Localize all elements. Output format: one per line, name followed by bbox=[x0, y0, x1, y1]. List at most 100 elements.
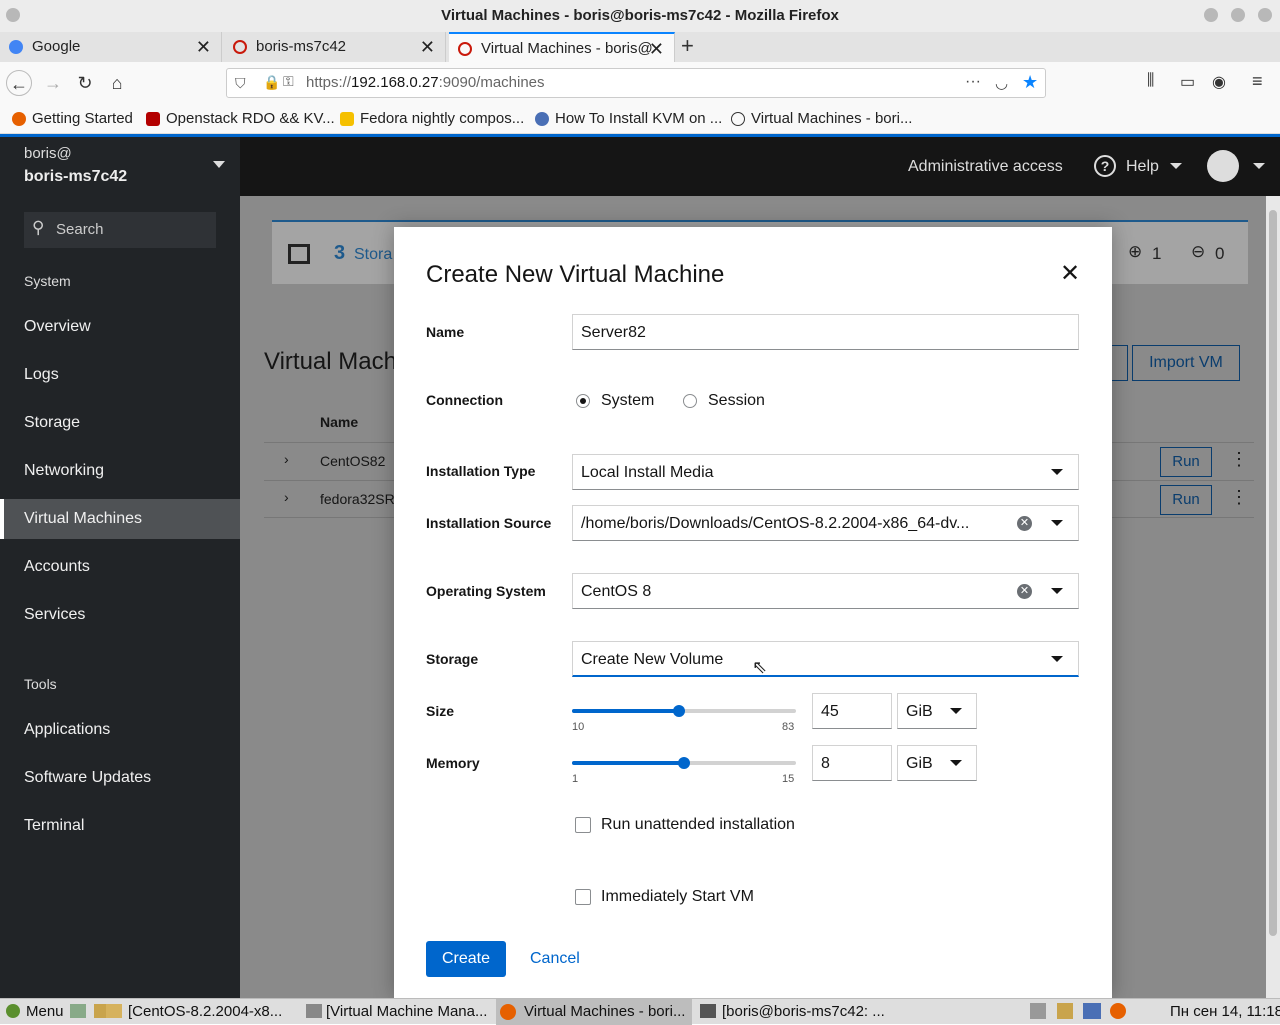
firefox-tray-icon[interactable] bbox=[1110, 1003, 1126, 1019]
url-text[interactable]: https://192.168.0.27:9090/machines bbox=[306, 69, 545, 97]
sidebar-item-terminal[interactable]: Terminal bbox=[0, 806, 240, 846]
bookmark-star-icon[interactable]: ★ bbox=[1022, 72, 1038, 93]
radio-session[interactable] bbox=[683, 394, 697, 408]
clipboard-icon[interactable] bbox=[1057, 1003, 1073, 1019]
sidebar-item-accounts[interactable]: Accounts bbox=[0, 547, 240, 587]
memory-max: 15 bbox=[782, 773, 795, 785]
taskbar-item[interactable]: [boris@boris-ms7c42: ... bbox=[722, 999, 885, 1025]
create-button[interactable]: Create bbox=[426, 941, 506, 977]
size-slider[interactable]: 10 83 bbox=[572, 697, 796, 737]
import-vm-button[interactable]: Import VM bbox=[1132, 345, 1240, 381]
page-scrollbar[interactable] bbox=[1266, 196, 1280, 998]
installation-type-select[interactable]: Local Install Media bbox=[572, 454, 1079, 490]
volume-icon[interactable] bbox=[1030, 1003, 1046, 1019]
more-actions-icon[interactable]: ··· bbox=[965, 73, 981, 91]
sidebar-toggle-icon[interactable]: ▭ bbox=[1180, 72, 1195, 92]
chevron-down-icon[interactable] bbox=[1253, 163, 1265, 169]
shield-icon[interactable]: ⛉ bbox=[235, 75, 246, 92]
unattended-label[interactable]: Run unattended installation bbox=[601, 816, 795, 834]
start-vm-checkbox[interactable] bbox=[575, 889, 591, 905]
key-icon[interactable]: ⚿ bbox=[283, 73, 294, 90]
bookmark-getting-started[interactable]: Getting Started bbox=[12, 104, 133, 134]
page-title: Virtual Mach bbox=[264, 348, 397, 375]
reload-icon[interactable]: ↻ bbox=[72, 70, 98, 96]
url-bar[interactable]: ⛉ 🔒 ⚿ https://192.168.0.27:9090/machines… bbox=[226, 68, 1046, 98]
memory-slider[interactable]: 1 15 bbox=[572, 749, 796, 789]
account-icon[interactable]: ◉ bbox=[1212, 72, 1226, 92]
bookmark-fedora[interactable]: Fedora nightly compos... bbox=[340, 104, 524, 134]
taskbar-menu[interactable]: Menu bbox=[26, 999, 64, 1025]
close-icon[interactable]: ✕ bbox=[1060, 259, 1080, 288]
network-icon[interactable] bbox=[1083, 1003, 1101, 1019]
expand-icon[interactable]: › bbox=[284, 489, 289, 505]
vm-name[interactable]: CentOS82 bbox=[320, 453, 385, 469]
run-button[interactable]: Run bbox=[1160, 447, 1212, 477]
new-tab-icon[interactable]: + bbox=[681, 32, 694, 60]
search-input[interactable]: ⚲ Search bbox=[24, 212, 216, 248]
unattended-checkbox[interactable] bbox=[575, 817, 591, 833]
radio-session-label[interactable]: Session bbox=[708, 392, 765, 410]
memory-input[interactable]: 8 bbox=[812, 745, 892, 781]
taskbar-item[interactable]: Virtual Machines - bori... bbox=[524, 999, 685, 1025]
taskbar-item[interactable]: [Virtual Machine Mana... bbox=[326, 999, 487, 1025]
operating-system-select[interactable]: CentOS 8 ✕ bbox=[572, 573, 1079, 609]
avatar[interactable] bbox=[1207, 150, 1239, 182]
forward-icon[interactable]: → bbox=[40, 70, 66, 96]
storage-label[interactable]: Stora bbox=[354, 246, 392, 264]
scrollbar-thumb[interactable] bbox=[1269, 210, 1277, 936]
home-icon[interactable]: ⌂ bbox=[104, 70, 130, 96]
clear-icon[interactable]: ✕ bbox=[1017, 516, 1032, 531]
hamburger-menu-icon[interactable]: ≡ bbox=[1252, 71, 1263, 92]
close-tab-icon[interactable]: ✕ bbox=[649, 34, 664, 64]
maximize-icon[interactable] bbox=[1231, 8, 1245, 22]
administrative-access-button[interactable]: Administrative access bbox=[908, 137, 1063, 196]
sidebar-item-storage[interactable]: Storage bbox=[0, 403, 240, 443]
radio-system-label[interactable]: System bbox=[601, 392, 654, 410]
chevron-down-icon[interactable] bbox=[213, 161, 225, 168]
sidebar-item-services[interactable]: Services bbox=[0, 595, 240, 635]
tab-virtual-machines[interactable]: Virtual Machines - boris@ ✕ bbox=[449, 32, 675, 62]
size-input[interactable]: 45 bbox=[812, 693, 892, 729]
sidebar-item-applications[interactable]: Applications bbox=[0, 710, 240, 750]
minimize-icon[interactable] bbox=[1204, 8, 1218, 22]
lock-warning-icon[interactable]: 🔒 bbox=[263, 74, 280, 91]
clear-icon[interactable]: ✕ bbox=[1017, 584, 1032, 599]
memory-unit-select[interactable]: GiB bbox=[897, 745, 977, 781]
start-vm-label[interactable]: Immediately Start VM bbox=[601, 888, 754, 906]
chevron-down-icon[interactable] bbox=[1051, 588, 1063, 594]
cancel-button[interactable]: Cancel bbox=[530, 941, 580, 977]
taskbar-item[interactable]: [CentOS-8.2.2004-x8... bbox=[128, 999, 282, 1025]
size-unit-select[interactable]: GiB bbox=[897, 693, 977, 729]
bookmark-kvm[interactable]: How To Install KVM on ... bbox=[535, 104, 722, 134]
chevron-down-icon[interactable] bbox=[1051, 520, 1063, 526]
close-tab-icon[interactable]: ✕ bbox=[196, 32, 211, 62]
kebab-menu-icon[interactable]: ⋮ bbox=[1230, 449, 1248, 470]
clock[interactable]: Пн сен 14, 11:18 bbox=[1170, 999, 1280, 1025]
tab-boris[interactable]: boris-ms7c42 ✕ bbox=[224, 32, 446, 62]
expand-icon[interactable]: › bbox=[284, 451, 289, 467]
show-desktop-icon[interactable] bbox=[70, 1004, 86, 1018]
sidebar-item-virtual-machines[interactable]: Virtual Machines bbox=[0, 499, 240, 539]
bookmark-openstack[interactable]: Openstack RDO && KV... bbox=[146, 104, 335, 134]
storage-select[interactable]: Create New Volume bbox=[572, 641, 1079, 677]
slider-thumb[interactable] bbox=[678, 757, 690, 769]
tab-google[interactable]: Google ✕ bbox=[0, 32, 222, 62]
slider-thumb[interactable] bbox=[673, 705, 685, 717]
window-menu-icon[interactable] bbox=[6, 8, 20, 22]
name-field[interactable]: Server82 bbox=[572, 314, 1079, 350]
radio-system[interactable] bbox=[576, 394, 590, 408]
sidebar-item-networking[interactable]: Networking bbox=[0, 451, 240, 491]
run-button[interactable]: Run bbox=[1160, 485, 1212, 515]
sidebar-item-logs[interactable]: Logs bbox=[0, 355, 240, 395]
vm-name[interactable]: fedora32SR bbox=[320, 491, 395, 507]
bookmark-virtual-machines[interactable]: Virtual Machines - bori... bbox=[731, 104, 912, 134]
library-icon[interactable]: ⫼ bbox=[1147, 72, 1154, 90]
sidebar-item-software-updates[interactable]: Software Updates bbox=[0, 758, 240, 798]
installation-source-select[interactable]: /home/boris/Downloads/CentOS-8.2.2004-x8… bbox=[572, 505, 1079, 541]
sidebar-item-overview[interactable]: Overview bbox=[0, 307, 240, 347]
pocket-icon[interactable]: ◡ bbox=[995, 74, 1008, 92]
close-tab-icon[interactable]: ✕ bbox=[420, 32, 435, 62]
close-window-icon[interactable] bbox=[1258, 8, 1272, 22]
back-icon[interactable]: ← bbox=[6, 70, 32, 96]
kebab-menu-icon[interactable]: ⋮ bbox=[1230, 487, 1248, 508]
